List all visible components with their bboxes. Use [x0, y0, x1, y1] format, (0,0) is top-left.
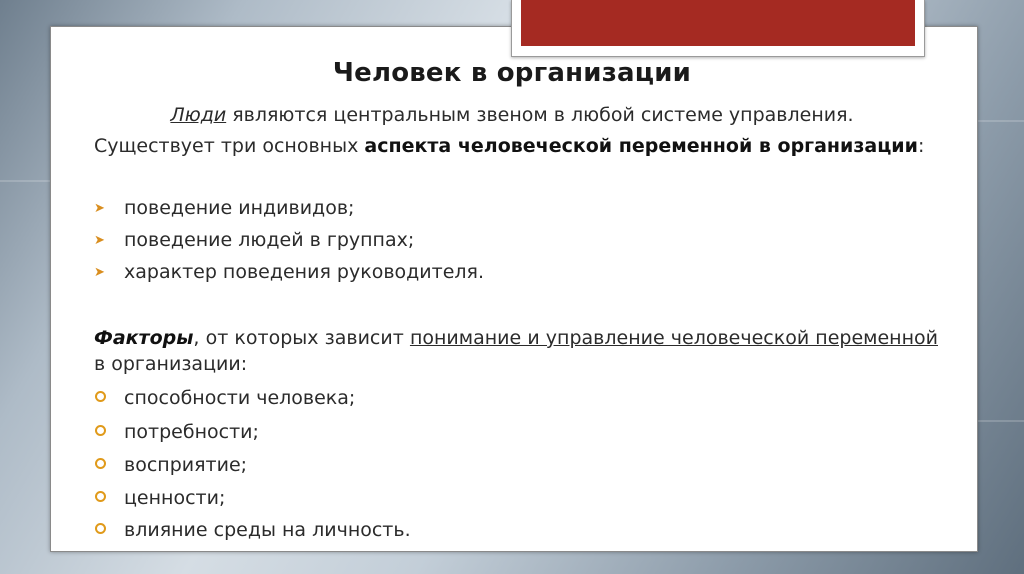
chevron-right-icon: ➤	[94, 201, 105, 216]
aspects-paragraph: Существует три основных аспекта человече…	[94, 133, 938, 159]
intro-underlined-word: Люди	[170, 104, 227, 126]
chevron-right-icon: ➤	[94, 265, 105, 280]
ring-icon	[95, 523, 106, 534]
background-line	[0, 180, 50, 182]
list-item-text: характер поведения руководителя.	[124, 261, 485, 283]
factors-paragraph: Факторы, от которых зависит понимание и …	[94, 325, 938, 377]
factors-bold: Факторы	[94, 327, 194, 349]
slide-title: Человек в организации	[332, 58, 692, 88]
list-item: потребности;	[94, 419, 259, 445]
list-item: способности человека;	[94, 385, 355, 411]
ring-icon	[95, 458, 106, 469]
list-item: ➤ поведение людей в группах;	[94, 227, 414, 254]
ring-icon	[95, 391, 106, 402]
list-item: восприятие;	[94, 452, 247, 478]
list-item: влияние среды на личность.	[94, 517, 411, 543]
factors-text1: , от которых зависит	[193, 327, 404, 349]
chevron-right-icon: ➤	[94, 233, 105, 248]
list-item-text: ценности;	[124, 487, 226, 509]
factors-text2: в организации:	[94, 353, 248, 375]
list-item-text: влияние среды на личность.	[124, 519, 411, 541]
list-item-text: потребности;	[124, 421, 259, 443]
accent-bar	[521, 0, 915, 46]
list-item: ценности;	[94, 485, 225, 511]
intro-line: Люди являются центральным звеном в любой…	[0, 102, 1024, 128]
factors-underlined: понимание и управление человеческой пере…	[409, 327, 938, 349]
background-line	[976, 420, 1024, 422]
ring-icon	[95, 425, 106, 436]
list-item-text: поведение людей в группах;	[124, 229, 415, 251]
aspects-lead: Существует три основных	[94, 135, 359, 157]
aspects-bold: аспекта человеческой переменной в органи…	[364, 135, 918, 157]
list-item-text: восприятие;	[124, 454, 248, 476]
list-item: ➤ характер поведения руководителя.	[94, 259, 484, 286]
aspects-tail: :	[917, 135, 925, 157]
list-item: ➤ поведение индивидов;	[94, 195, 354, 222]
list-item-text: способности человека;	[124, 387, 356, 409]
intro-rest: являются центральным звеном в любой сист…	[226, 104, 854, 126]
ring-icon	[95, 491, 106, 502]
list-item-text: поведение индивидов;	[124, 197, 355, 219]
